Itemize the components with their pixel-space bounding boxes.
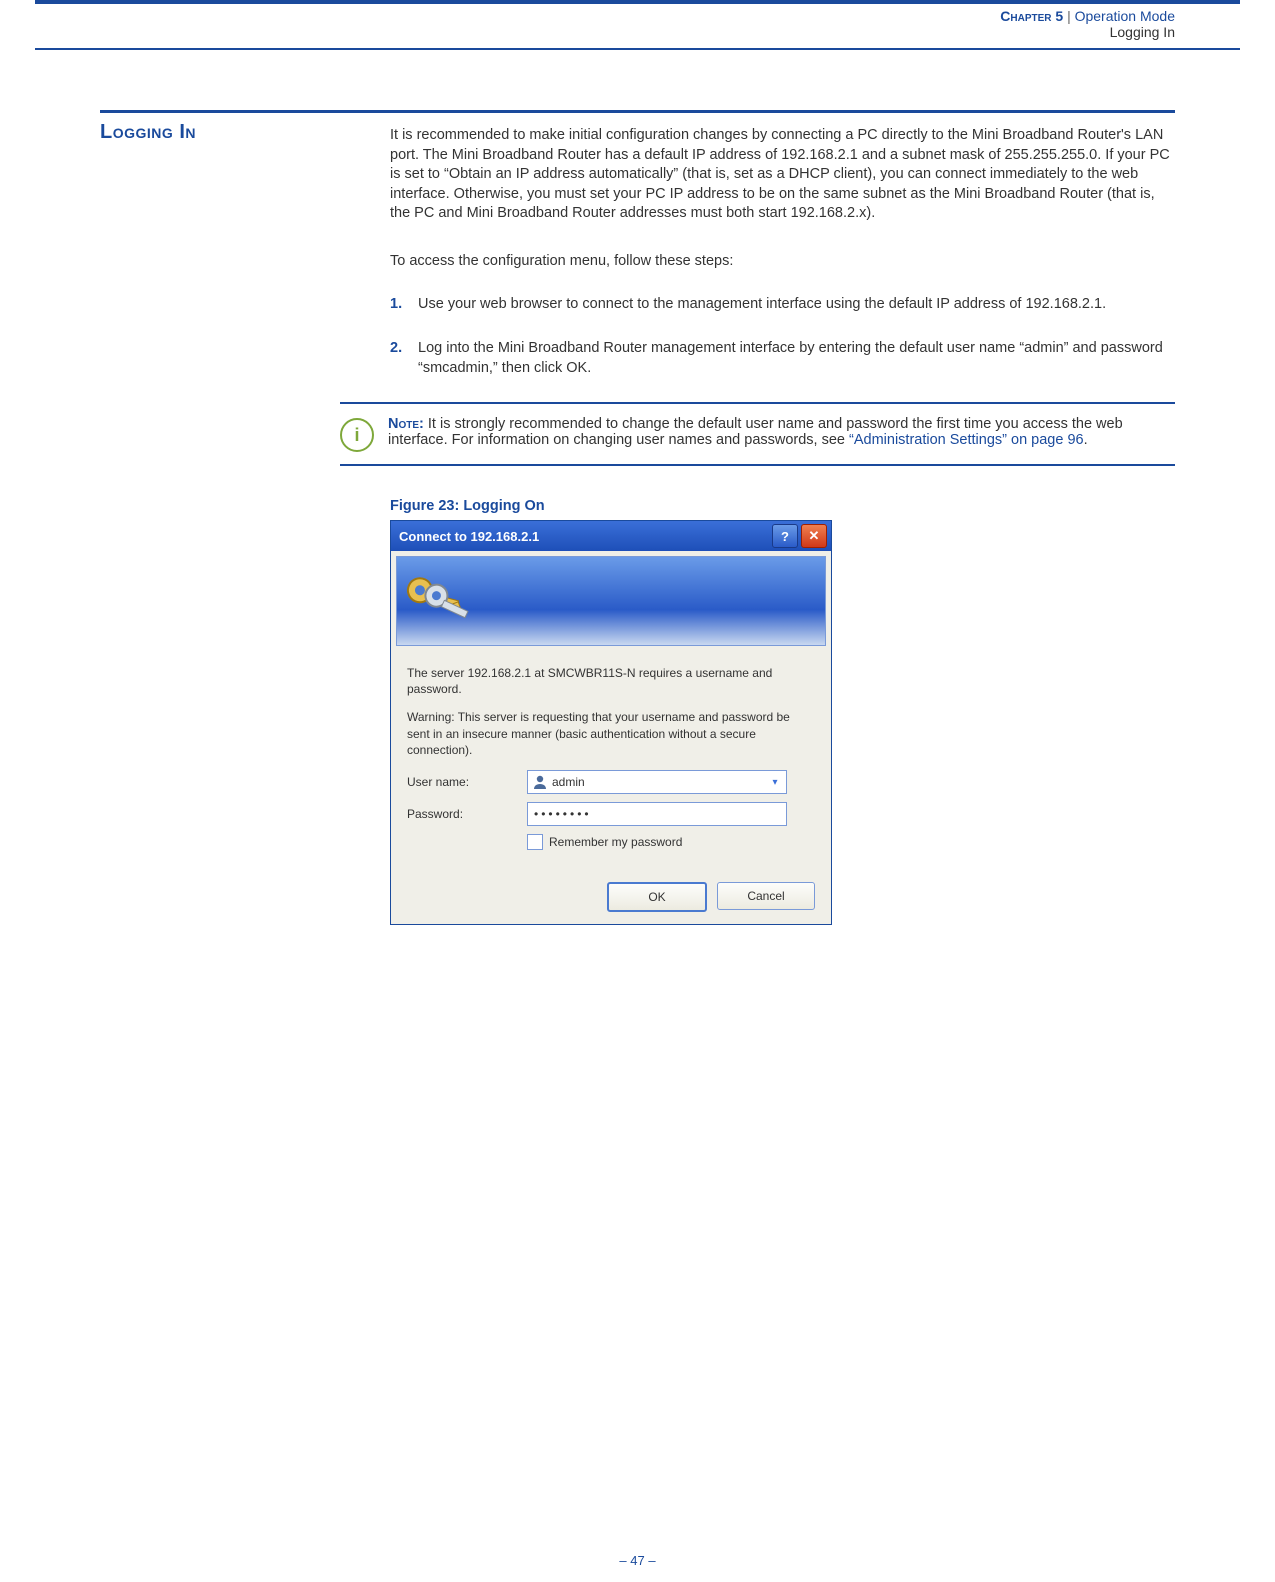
page-header: Chapter 5 | Operation Mode Logging In xyxy=(0,4,1275,44)
keys-icon xyxy=(403,561,483,641)
dialog-title: Connect to 192.168.2.1 xyxy=(399,529,539,544)
password-input[interactable]: •••••••• xyxy=(527,802,787,826)
user-icon xyxy=(532,774,548,790)
remember-password-checkbox[interactable] xyxy=(527,834,543,850)
dialog-message-1: The server 192.168.2.1 at SMCWBR11S-N re… xyxy=(407,665,815,697)
figure-caption: Figure 23: Logging On xyxy=(390,498,1175,514)
note-body-after: . xyxy=(1084,432,1088,448)
ok-button[interactable]: OK xyxy=(607,882,707,912)
step-number: 2. xyxy=(390,339,418,378)
close-button[interactable]: ✕ xyxy=(801,524,827,548)
note-block: i Note: It is strongly recommended to ch… xyxy=(340,402,1175,466)
help-button[interactable]: ? xyxy=(772,524,798,548)
step-2: 2. Log into the Mini Broadband Router ma… xyxy=(390,339,1175,378)
section-rule xyxy=(100,110,1175,113)
password-label: Password: xyxy=(407,807,527,821)
note-text: Note: It is strongly recommended to chan… xyxy=(388,416,1175,448)
note-label: Note: xyxy=(388,416,424,432)
chapter-title: Operation Mode xyxy=(1075,8,1175,24)
header-rule xyxy=(35,48,1240,50)
steps-intro: To access the configuration menu, follow… xyxy=(390,252,1175,272)
step-1: 1. Use your web browser to connect to th… xyxy=(390,295,1175,315)
username-value: admin xyxy=(552,775,766,789)
step-text: Log into the Mini Broadband Router manag… xyxy=(418,339,1175,378)
username-input[interactable]: admin ▾ xyxy=(527,770,787,794)
step-text: Use your web browser to connect to the m… xyxy=(418,295,1175,315)
remember-password-label: Remember my password xyxy=(549,835,682,849)
password-value: •••••••• xyxy=(534,807,592,821)
dialog-banner xyxy=(396,556,826,646)
chapter-label: Chapter 5 xyxy=(1000,8,1063,24)
chevron-down-icon[interactable]: ▾ xyxy=(766,777,784,788)
login-dialog: Connect to 192.168.2.1 ? ✕ xyxy=(390,520,832,925)
info-icon: i xyxy=(340,418,374,452)
dialog-message-2: Warning: This server is requesting that … xyxy=(407,709,815,758)
page-number: – 47 – xyxy=(0,1553,1275,1568)
header-separator: | xyxy=(1067,8,1071,24)
cancel-button[interactable]: Cancel xyxy=(717,882,815,910)
intro-paragraph: It is recommended to make initial config… xyxy=(390,126,1175,224)
admin-settings-link[interactable]: “Administration Settings” on page 96 xyxy=(849,432,1084,448)
username-label: User name: xyxy=(407,775,527,789)
chapter-subtitle: Logging In xyxy=(0,24,1175,40)
step-number: 1. xyxy=(390,295,418,315)
dialog-titlebar: Connect to 192.168.2.1 ? ✕ xyxy=(391,521,831,551)
